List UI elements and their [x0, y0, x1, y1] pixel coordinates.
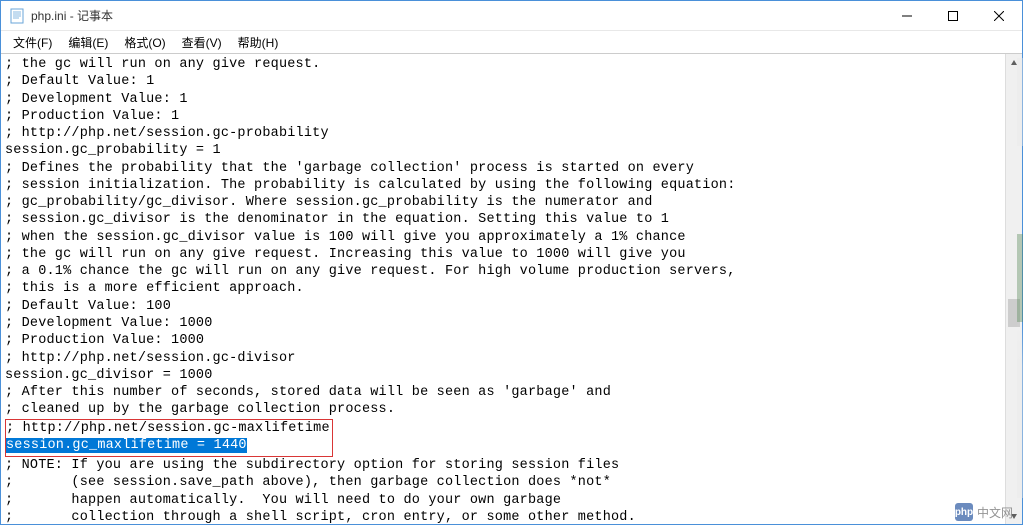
text-line: ; Default Value: 1: [5, 73, 1001, 90]
menu-view[interactable]: 查看(V): [174, 32, 230, 53]
scroll-up-button[interactable]: [1006, 54, 1022, 71]
text-line: ; http://php.net/session.gc-divisor: [5, 350, 1001, 367]
text-editor[interactable]: ; the gc will run on any give request.; …: [1, 54, 1005, 524]
text-line: ; the gc will run on any give request.: [5, 56, 1001, 73]
text-line: ; http://php.net/session.gc-probability: [5, 125, 1001, 142]
text-line: session.gc_divisor = 1000: [5, 367, 1001, 384]
text-line: ; a 0.1% chance the gc will run on any g…: [5, 263, 1001, 280]
text-line: ; Production Value: 1000: [5, 332, 1001, 349]
text-line: ; Defines the probability that the 'garb…: [5, 160, 1001, 177]
notepad-window: php.ini - 记事本 文件(F) 编辑(E) 格式(O) 查看(V) 帮助…: [0, 0, 1023, 525]
text-line: ; Development Value: 1: [5, 91, 1001, 108]
text-line: ; Development Value: 1000: [5, 315, 1001, 332]
text-line: session.gc_probability = 1: [5, 142, 1001, 159]
menu-format[interactable]: 格式(O): [116, 32, 173, 53]
content-area: ; the gc will run on any give request.; …: [1, 53, 1022, 524]
text-line: ; Production Value: 1: [5, 108, 1001, 125]
text-line: ; this is a more efficient approach.: [5, 280, 1001, 297]
window-title: php.ini - 记事本: [31, 7, 884, 24]
text-line: ; Default Value: 100: [5, 298, 1001, 315]
close-button[interactable]: [976, 1, 1022, 30]
text-line: ; the gc will run on any give request. I…: [5, 246, 1001, 263]
scroll-down-button[interactable]: [1006, 507, 1022, 524]
menu-edit[interactable]: 编辑(E): [60, 32, 116, 53]
text-line: ; collection through a shell script, cro…: [5, 509, 1001, 524]
text-line: ; NOTE: If you are using the subdirector…: [5, 457, 1001, 474]
text-line: ; session.gc_divisor is the denominator …: [5, 211, 1001, 228]
window-controls: [884, 1, 1022, 30]
scroll-track[interactable]: [1006, 71, 1022, 507]
text-line: ; gc_probability/gc_divisor. Where sessi…: [5, 194, 1001, 211]
text-line: ; when the session.gc_divisor value is 1…: [5, 229, 1001, 246]
text-line: ; http://php.net/session.gc-maxlifetime: [6, 420, 330, 437]
text-line: ; cleaned up by the garbage collection p…: [5, 401, 1001, 418]
scroll-thumb[interactable]: [1008, 299, 1020, 327]
text-line: ; happen automatically. You will need to…: [5, 492, 1001, 509]
maximize-button[interactable]: [930, 1, 976, 30]
text-line: ; session initialization. The probabilit…: [5, 177, 1001, 194]
text-line: ; (see session.save_path above), then ga…: [5, 474, 1001, 491]
menubar: 文件(F) 编辑(E) 格式(O) 查看(V) 帮助(H): [1, 31, 1022, 53]
text-line: ; After this number of seconds, stored d…: [5, 384, 1001, 401]
app-icon: [9, 8, 25, 24]
highlight-box: ; http://php.net/session.gc-maxlifetimes…: [5, 419, 333, 458]
minimize-button[interactable]: [884, 1, 930, 30]
menu-help[interactable]: 帮助(H): [230, 32, 287, 53]
titlebar[interactable]: php.ini - 记事本: [1, 1, 1022, 31]
menu-file[interactable]: 文件(F): [5, 32, 60, 53]
text-line-selected: session.gc_maxlifetime = 1440: [6, 437, 330, 454]
vertical-scrollbar[interactable]: [1005, 54, 1022, 524]
